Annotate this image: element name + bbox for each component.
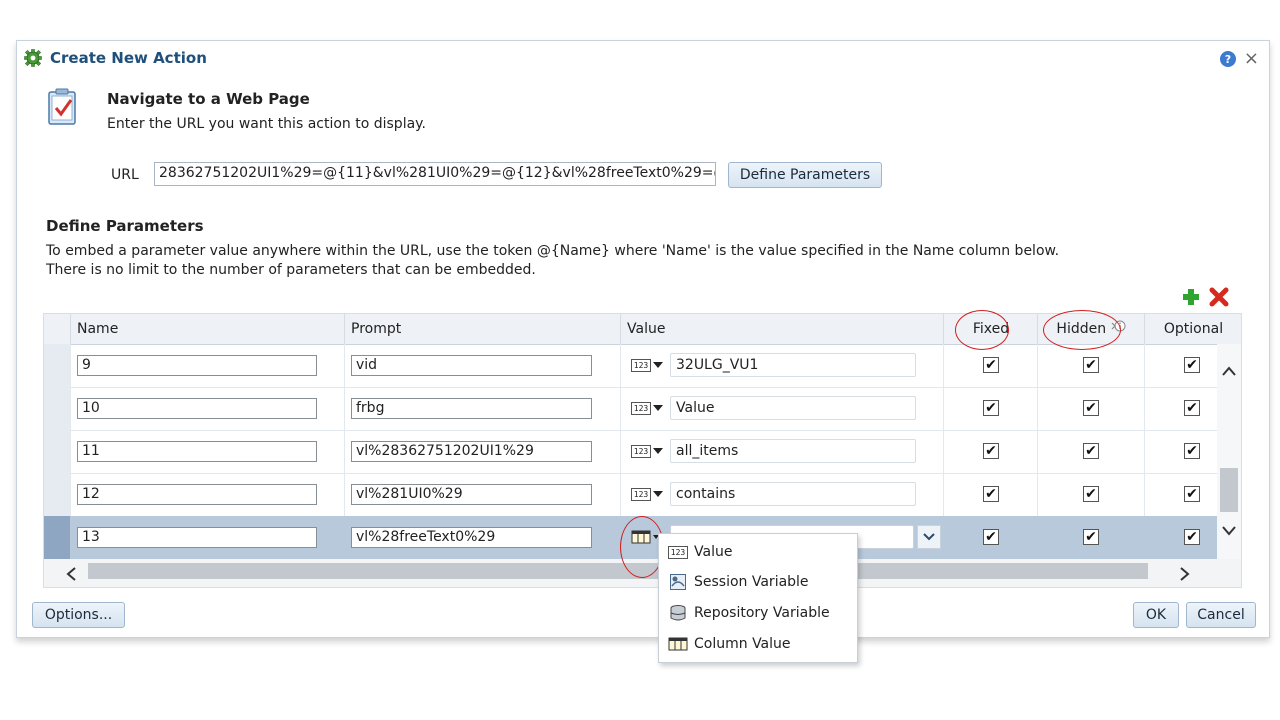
scroll-left-icon[interactable] (66, 567, 76, 585)
hidden-checkbox[interactable]: ✔ (1083, 357, 1099, 373)
value-field[interactable]: Value (670, 396, 916, 420)
table-row[interactable]: 10 frbg 123 Value ✔ ✔ ✔ (44, 387, 1217, 431)
optional-checkbox[interactable]: ✔ (1184, 529, 1200, 545)
optional-checkbox[interactable]: ✔ (1184, 486, 1200, 502)
url-label: URL (111, 167, 139, 183)
cancel-button[interactable]: Cancel (1186, 602, 1256, 628)
row-selector[interactable] (44, 516, 70, 559)
define-parameters-heading: Define Parameters (46, 217, 204, 235)
action-type-heading: Navigate to a Web Page (107, 90, 310, 108)
fixed-checkbox[interactable]: ✔ (983, 529, 999, 545)
value-field[interactable]: all_items (670, 439, 916, 463)
name-field[interactable]: 9 (77, 355, 317, 376)
options-button[interactable]: Options... (32, 602, 125, 628)
column-header-optional[interactable]: Optional (1144, 314, 1241, 344)
value-type-dropdown-icon[interactable]: 123 (631, 357, 665, 373)
name-field[interactable]: 11 (77, 441, 317, 462)
number-icon: 123 (668, 544, 688, 560)
optional-checkbox[interactable]: ✔ (1184, 357, 1200, 373)
menu-item-column-value[interactable]: Column Value (659, 629, 857, 659)
name-field[interactable]: 13 (77, 527, 317, 548)
row-selector[interactable] (44, 344, 70, 387)
optional-checkbox[interactable]: ✔ (1184, 400, 1200, 416)
row-selector[interactable] (44, 430, 70, 473)
action-description: Enter the URL you want this action to di… (107, 116, 426, 132)
menu-item-label: Column Value (694, 636, 791, 652)
scroll-right-icon[interactable] (1180, 567, 1190, 585)
url-input[interactable]: 28362751202UI1%29=@{11}&vl%281UI0%29=@{1… (154, 162, 716, 186)
row-selector[interactable] (44, 473, 70, 516)
menu-item-repository-variable[interactable]: Repository Variable (659, 598, 857, 628)
scroll-thumb[interactable] (1220, 468, 1238, 512)
define-parameters-description: To embed a parameter value anywhere with… (46, 242, 1059, 280)
value-type-dropdown-icon[interactable]: 123 (631, 400, 665, 416)
gear-icon (24, 49, 42, 67)
define-parameters-button[interactable]: Define Parameters (728, 162, 882, 188)
menu-item-label: Value (694, 544, 733, 560)
header-rowselector (44, 314, 70, 344)
hidden-checkbox[interactable]: ✔ (1083, 400, 1099, 416)
dropdown-arrow-icon[interactable] (917, 525, 941, 549)
prompt-field[interactable]: vl%281UI0%29 (351, 484, 592, 505)
table-row[interactable]: 11 vl%28362751202UI1%29 123 all_items ✔ ✔ ✔ (44, 430, 1217, 474)
prompt-field[interactable]: vid (351, 355, 592, 376)
hidden-checkbox[interactable]: ✔ (1083, 529, 1099, 545)
hidden-checkbox[interactable]: ✔ (1083, 443, 1099, 459)
column-icon (668, 636, 688, 652)
value-type-dropdown-icon[interactable]: 123 (631, 486, 665, 502)
value-field[interactable]: contains (670, 482, 916, 506)
scroll-up-icon[interactable] (1222, 364, 1236, 380)
delete-parameter-icon[interactable] (1209, 287, 1229, 307)
optional-checkbox[interactable]: ✔ (1184, 443, 1200, 459)
annotation-circle-hidden (1043, 310, 1121, 350)
fixed-checkbox[interactable]: ✔ (983, 486, 999, 502)
prompt-field[interactable]: vl%28362751202UI1%29 (351, 441, 592, 462)
scroll-down-icon[interactable] (1222, 524, 1236, 540)
menu-item-session-variable[interactable]: Session Variable (659, 567, 857, 597)
row-selector[interactable] (44, 387, 70, 430)
ok-button[interactable]: OK (1133, 602, 1179, 628)
menu-item-label: Repository Variable (694, 605, 830, 621)
prompt-field[interactable]: frbg (351, 398, 592, 419)
table-row[interactable]: 9 vid 123 32ULG_VU1 ✔ ✔ ✔ (44, 344, 1217, 388)
column-header-prompt[interactable]: Prompt (344, 314, 620, 344)
define-desc-line-2: There is no limit to the number of param… (46, 262, 536, 278)
menu-item-value[interactable]: 123 Value (659, 537, 857, 567)
fixed-checkbox[interactable]: ✔ (983, 443, 999, 459)
add-parameter-icon[interactable] (1181, 287, 1201, 307)
menu-item-label: Session Variable (694, 574, 809, 590)
table-row[interactable]: 12 vl%281UI0%29 123 contains ✔ ✔ ✔ (44, 473, 1217, 517)
name-field[interactable]: 12 (77, 484, 317, 505)
horizontal-scroll-thumb[interactable] (88, 563, 1148, 579)
prompt-field[interactable]: vl%28freeText0%29 (351, 527, 592, 548)
help-icon[interactable]: ? (1219, 51, 1236, 67)
web-page-action-icon (47, 88, 79, 126)
fixed-checkbox[interactable]: ✔ (983, 400, 999, 416)
database-icon (668, 605, 688, 621)
column-header-value[interactable]: Value (620, 314, 943, 344)
hidden-checkbox[interactable]: ✔ (1083, 486, 1099, 502)
session-variable-icon (668, 574, 688, 590)
define-desc-line-1: To embed a parameter value anywhere with… (46, 243, 1060, 259)
annotation-circle-fixed (955, 310, 1009, 350)
value-field[interactable]: 32ULG_VU1 (670, 353, 916, 377)
close-icon[interactable]: × (1244, 50, 1259, 68)
column-header-name[interactable]: Name (70, 314, 344, 344)
value-type-dropdown-icon[interactable]: 123 (631, 443, 665, 459)
value-type-menu: 123 Value Session Variable Repository Va… (658, 533, 858, 663)
dialog-title-bar: Create New Action (24, 49, 207, 67)
name-field[interactable]: 10 (77, 398, 317, 419)
fixed-checkbox[interactable]: ✔ (983, 357, 999, 373)
vertical-scrollbar[interactable] (1217, 344, 1241, 559)
dialog-title: Create New Action (50, 49, 207, 67)
